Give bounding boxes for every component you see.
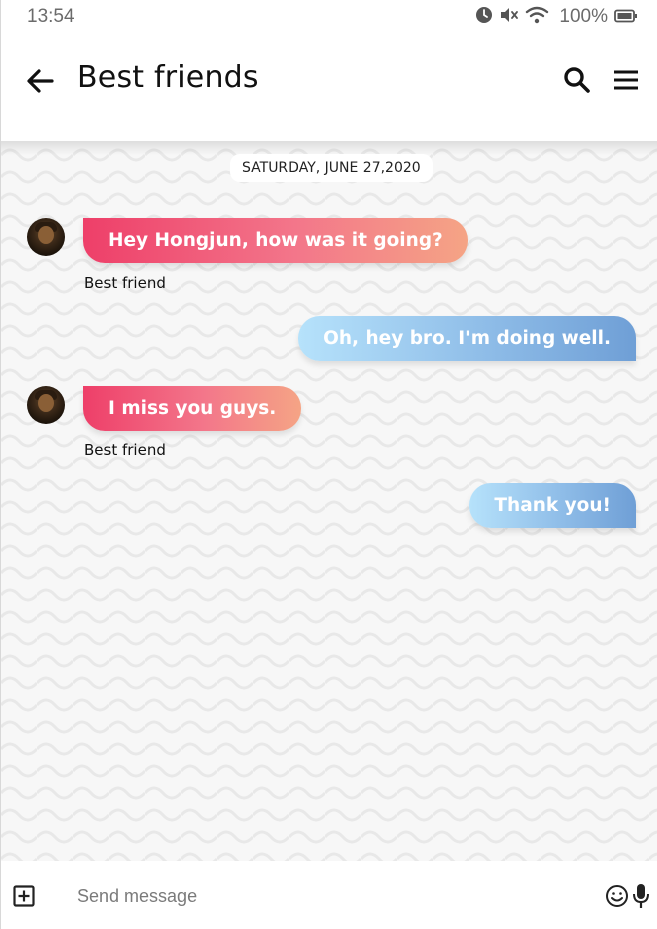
mute-icon	[499, 6, 519, 28]
status-bar: 13:54 100%	[1, 0, 657, 38]
wifi-icon	[525, 6, 549, 28]
message-bubble-incoming[interactable]: Hey Hongjun, how was it going?	[83, 218, 468, 263]
back-button[interactable]	[23, 64, 57, 98]
menu-icon	[614, 70, 638, 90]
chat-title: Best friends	[77, 60, 259, 95]
chat-header: Best friends	[1, 38, 657, 141]
chat-area[interactable]: SATURDAY, JUNE 27,2020 Hey Hongjun, how …	[1, 141, 657, 861]
message-bubble-outgoing[interactable]: Oh, hey bro. I'm doing well.	[298, 316, 636, 361]
sender-name: Best friend	[84, 441, 166, 459]
message-input[interactable]	[61, 880, 581, 912]
battery-percent: 100%	[559, 6, 608, 27]
emoji-button[interactable]	[605, 884, 629, 908]
avatar[interactable]	[27, 386, 65, 424]
search-button[interactable]	[562, 65, 592, 95]
avatar[interactable]	[27, 218, 65, 256]
status-time: 13:54	[27, 6, 75, 27]
search-icon	[564, 67, 590, 93]
status-icons: 100%	[475, 6, 638, 28]
emoji-icon	[606, 885, 628, 907]
add-attachment-button[interactable]	[13, 885, 35, 907]
microphone-icon	[633, 884, 649, 908]
add-attachment-icon	[13, 885, 35, 907]
chat-screen: 13:54 100% Best friends SATURDAY, JUNE 2…	[0, 0, 657, 929]
message-input-bar	[1, 861, 657, 929]
message-bubble-incoming[interactable]: I miss you guys.	[83, 386, 302, 431]
microphone-button[interactable]	[632, 883, 650, 909]
alarm-icon	[475, 6, 493, 28]
menu-button[interactable]	[612, 65, 640, 95]
back-arrow-icon	[27, 69, 54, 93]
battery-icon	[614, 8, 638, 27]
message-bubble-outgoing[interactable]: Thank you!	[469, 483, 636, 528]
date-separator: SATURDAY, JUNE 27,2020	[230, 154, 433, 182]
header-shadow	[1, 141, 657, 155]
sender-name: Best friend	[84, 274, 166, 292]
